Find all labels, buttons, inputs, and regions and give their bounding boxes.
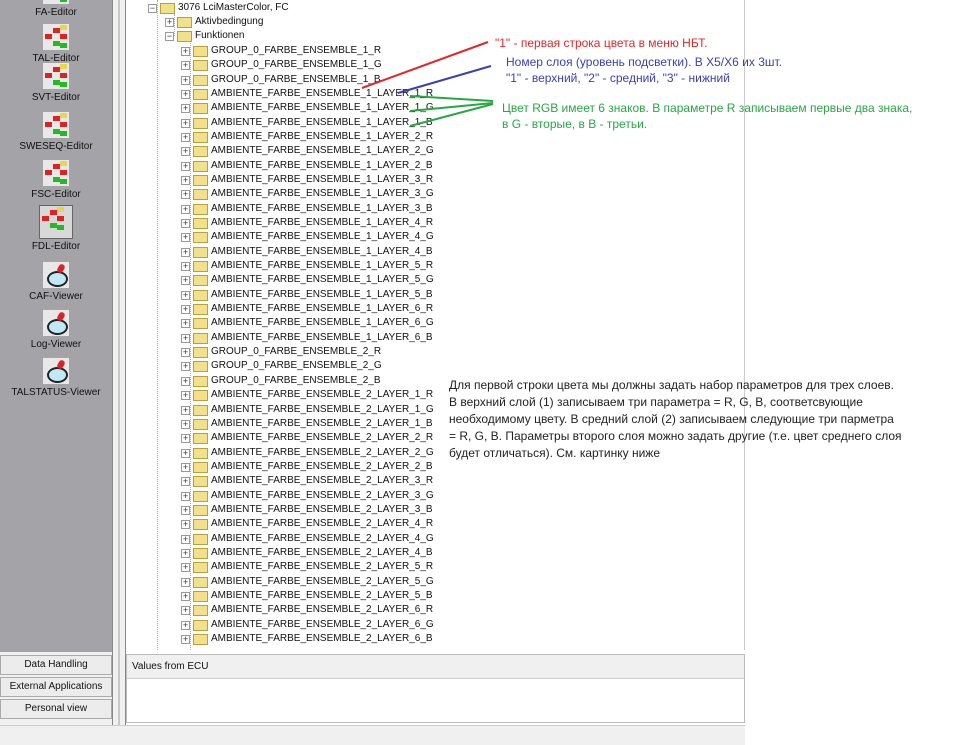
annotation-red: "1" - первая строка цвета в меню НБТ. <box>495 36 708 50</box>
red-arrow-line <box>361 41 489 89</box>
annotation-green-1: Цвет RGB имеет 6 знаков. В параметре R з… <box>502 101 913 115</box>
green-arrow-line <box>409 95 494 102</box>
annotation-blue-2: "1" - верхний, "2" - средний, "3" - нижн… <box>506 71 730 85</box>
annotation-green-2: в G - вторые, в B - третьи. <box>502 117 648 131</box>
annotation-blue-1: Номер слоя (уровень подсветки). В X5/X6 … <box>506 55 782 69</box>
annotation-black-2: В верхний слой (1) записываем три параме… <box>449 395 863 409</box>
annotation-black-5: будет отличаться). См. картинку ниже <box>449 446 660 460</box>
annotation-black-3: необходимому цвету. В средний слой (2) з… <box>449 412 894 426</box>
annotation-black-1: Для первой строки цвета мы должны задать… <box>449 378 894 392</box>
annotation-black-4: = R, G, B. Параметры второго слоя можно … <box>449 429 902 443</box>
